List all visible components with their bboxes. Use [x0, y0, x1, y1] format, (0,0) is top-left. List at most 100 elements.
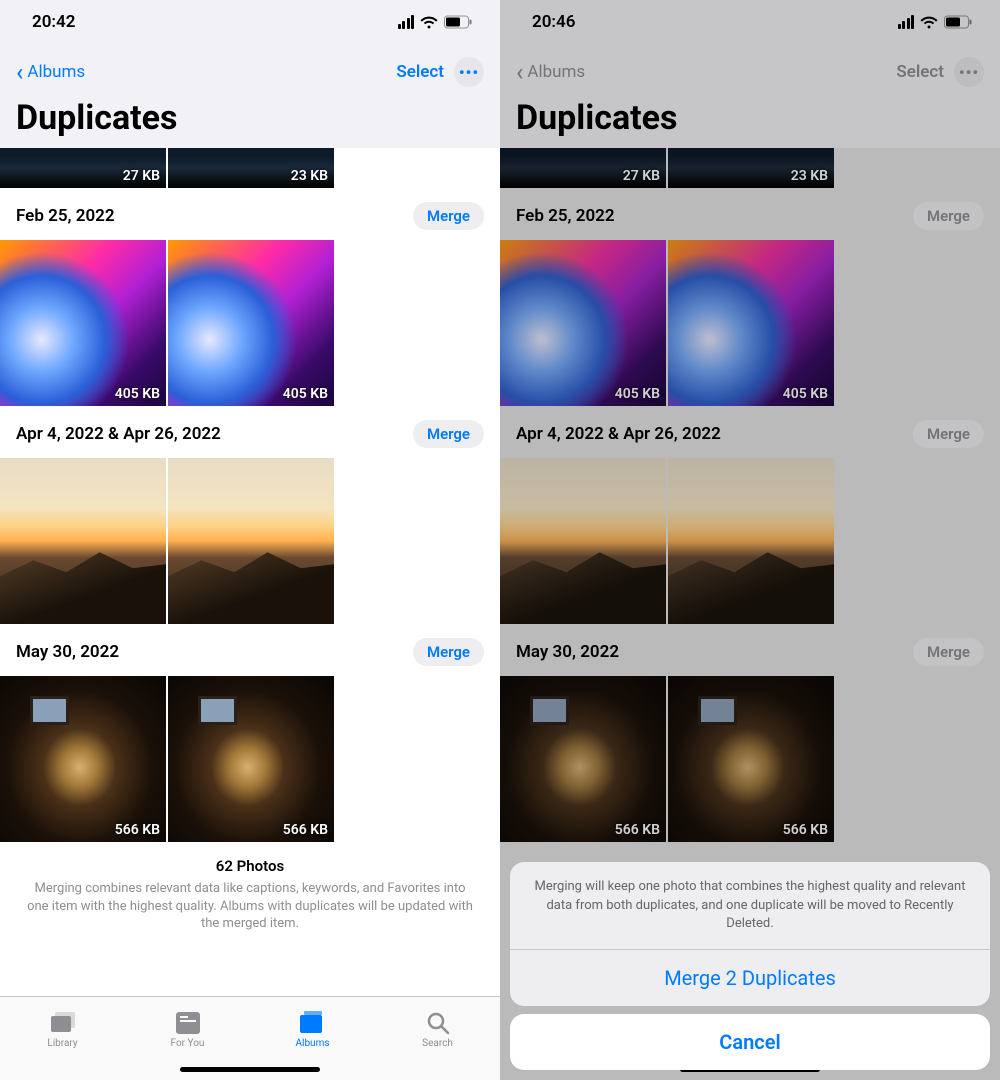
photo-thumb[interactable]: 5.2 MB: [168, 458, 334, 624]
tab-label: For You: [171, 1038, 205, 1049]
status-icons: [898, 15, 973, 29]
size-label: 27 KB: [123, 168, 160, 184]
duplicate-group: May 30, 2022 Merge 566 KB 566 KB: [0, 624, 500, 842]
battery-icon: [944, 15, 972, 29]
duplicate-group: Feb 25, 2022 Merge 405 KB 405 KB: [0, 188, 500, 406]
cellular-icon: [398, 15, 415, 29]
more-button[interactable]: •••: [454, 57, 484, 87]
back-label: Albums: [27, 62, 85, 82]
back-label: Albums: [527, 62, 585, 82]
search-icon: [423, 1010, 453, 1036]
photo-thumb: 566 KB: [500, 676, 666, 842]
tab-label: Library: [47, 1038, 77, 1049]
photo-thumb[interactable]: 566 KB: [168, 676, 334, 842]
merge-button: Merge: [913, 420, 984, 448]
photo-thumb: 23 KB: [668, 148, 834, 188]
photo-thumb: 5.2 MB: [500, 458, 666, 624]
footer-description: Merging combines relevant data like capt…: [26, 880, 474, 933]
size-label: 566 KB: [615, 822, 660, 838]
battery-icon: [444, 15, 472, 29]
ellipsis-icon: •••: [959, 63, 979, 82]
back-button[interactable]: ‹ Albums: [16, 60, 85, 84]
group-date: Feb 25, 2022: [516, 206, 615, 226]
select-button: Select: [896, 62, 944, 82]
size-label: 27 KB: [623, 168, 660, 184]
tab-library[interactable]: Library: [0, 997, 125, 1062]
wifi-icon: [920, 15, 938, 29]
status-time: 20:42: [32, 12, 75, 32]
cancel-button[interactable]: Cancel: [510, 1014, 990, 1070]
nav-bar: ‹ Albums Select ••• Duplicates: [500, 44, 1000, 148]
size-label: 5.2 MB: [783, 604, 828, 620]
action-sheet-card: Merging will keep one photo that combine…: [510, 862, 990, 1006]
phone-right: 20:46 ‹ Albums Select ••• Duplicates 27 …: [500, 0, 1000, 1080]
partial-group-top: 27 KB 23 KB: [500, 148, 1000, 188]
group-date: Feb 25, 2022: [16, 206, 115, 226]
size-label: 5.2 MB: [115, 604, 160, 620]
nav-bar: ‹ Albums Select ••• Duplicates: [0, 44, 500, 148]
size-label: 566 KB: [283, 822, 328, 838]
merge-button: Merge: [913, 202, 984, 230]
merge-button[interactable]: Merge: [413, 420, 484, 448]
page-title: Duplicates: [16, 98, 484, 138]
cellular-icon: [898, 15, 915, 29]
photo-thumb[interactable]: 405 KB: [168, 240, 334, 406]
group-date: Apr 4, 2022 & Apr 26, 2022: [16, 424, 221, 444]
select-button[interactable]: Select: [396, 62, 444, 82]
page-title: Duplicates: [516, 98, 984, 138]
size-label: 23 KB: [791, 168, 828, 184]
partial-group-top: 27 KB 23 KB: [0, 148, 500, 188]
photo-thumb: 5.2 MB: [668, 458, 834, 624]
status-time: 20:46: [532, 12, 575, 32]
photo-thumb: 566 KB: [668, 676, 834, 842]
duplicate-group: Apr 4, 2022 & Apr 26, 2022 Merge 5.2 MB …: [500, 406, 1000, 624]
duplicate-group: Apr 4, 2022 & Apr 26, 2022 Merge 5.2 MB …: [0, 406, 500, 624]
phone-left: 20:42 ‹ Albums Select ••• Duplicates 27 …: [0, 0, 500, 1080]
more-button: •••: [954, 57, 984, 87]
library-icon: [48, 1010, 78, 1036]
duplicate-group: May 30, 2022 Merge 566 KB 566 KB: [500, 624, 1000, 842]
photo-thumb[interactable]: 27 KB: [0, 148, 166, 188]
chevron-left-icon: ‹: [516, 60, 523, 84]
status-bar: 20:46: [500, 0, 1000, 44]
tab-search[interactable]: Search: [375, 997, 500, 1062]
merge-button[interactable]: Merge: [413, 638, 484, 666]
size-label: 405 KB: [115, 386, 160, 402]
group-date: May 30, 2022: [16, 642, 119, 662]
size-label: 405 KB: [783, 386, 828, 402]
size-label: 5.2 MB: [615, 604, 660, 620]
status-icons: [398, 15, 473, 29]
group-date: Apr 4, 2022 & Apr 26, 2022: [516, 424, 721, 444]
size-label: 23 KB: [291, 168, 328, 184]
size-label: 405 KB: [283, 386, 328, 402]
photo-thumb[interactable]: 405 KB: [0, 240, 166, 406]
albums-icon: [298, 1010, 328, 1036]
size-label: 566 KB: [115, 822, 160, 838]
action-sheet-message: Merging will keep one photo that combine…: [510, 862, 990, 950]
photo-thumb: 27 KB: [500, 148, 666, 188]
back-button: ‹ Albums: [516, 60, 585, 84]
home-indicator[interactable]: [180, 1067, 320, 1072]
tab-for-you[interactable]: For You: [125, 997, 250, 1062]
status-bar: 20:42: [0, 0, 500, 44]
photo-thumb[interactable]: 566 KB: [0, 676, 166, 842]
size-label: 566 KB: [783, 822, 828, 838]
tab-albums[interactable]: Albums: [250, 997, 375, 1062]
photo-thumb: 405 KB: [668, 240, 834, 406]
merge-button: Merge: [913, 638, 984, 666]
size-label: 405 KB: [615, 386, 660, 402]
content-area[interactable]: 27 KB 23 KB Feb 25, 2022 Merge 405 KB 40…: [0, 148, 500, 996]
chevron-left-icon: ‹: [16, 60, 23, 84]
photo-thumb[interactable]: 5.2 MB: [0, 458, 166, 624]
tab-label: Albums: [295, 1038, 329, 1049]
ellipsis-icon: •••: [459, 63, 479, 82]
photo-count: 62 Photos: [26, 856, 474, 876]
size-label: 5.2 MB: [283, 604, 328, 620]
duplicate-group: Feb 25, 2022 Merge 405 KB 405 KB: [500, 188, 1000, 406]
tab-label: Search: [422, 1038, 453, 1049]
footer-info: 62 Photos Merging combines relevant data…: [0, 842, 500, 943]
merge-button[interactable]: Merge: [413, 202, 484, 230]
photo-thumb[interactable]: 23 KB: [168, 148, 334, 188]
merge-duplicates-button[interactable]: Merge 2 Duplicates: [510, 950, 990, 1006]
group-date: May 30, 2022: [516, 642, 619, 662]
